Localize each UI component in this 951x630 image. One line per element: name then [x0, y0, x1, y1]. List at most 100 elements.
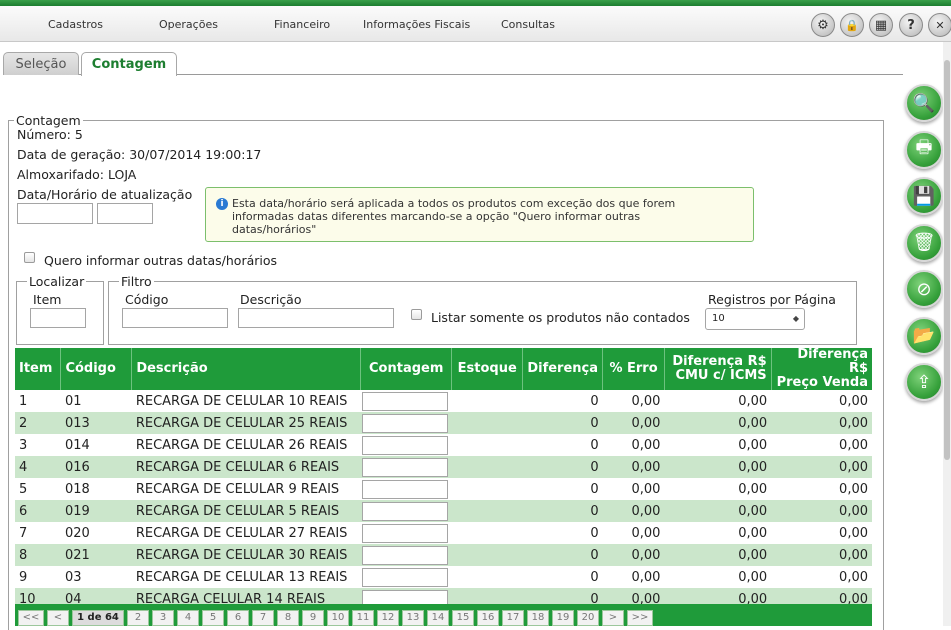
registros-select[interactable]: 10 ◆: [705, 308, 805, 330]
col-erro[interactable]: % Erro: [602, 348, 665, 390]
menu-informacoes-fiscais[interactable]: Informações Fiscais: [363, 18, 470, 31]
almoxarifado-label: Almoxarifado: LOJA: [17, 167, 137, 182]
tab-selecao[interactable]: Seleção: [3, 52, 79, 75]
cell-item: 6: [15, 500, 61, 522]
calculator-icon[interactable]: ▦: [869, 13, 893, 37]
cell-erro: 0,00: [602, 456, 665, 478]
cancel-button[interactable]: ⊘: [905, 270, 943, 308]
save-button[interactable]: 💾: [905, 177, 943, 215]
export-icon: ⇪: [916, 371, 932, 393]
item-label: Item: [33, 292, 62, 307]
nao-contados-checkbox[interactable]: [411, 309, 422, 320]
delete-button[interactable]: 🗑: [905, 223, 943, 262]
open-button[interactable]: 📂: [905, 316, 943, 355]
menu-financeiro[interactable]: Financeiro: [274, 18, 330, 31]
contagem-input[interactable]: [361, 501, 448, 521]
col-dif-pv[interactable]: Diferença R$ Preço Venda: [771, 348, 872, 390]
item-input[interactable]: [30, 308, 86, 328]
contagem-input[interactable]: [361, 413, 448, 433]
outras-datas-checkbox[interactable]: [24, 252, 35, 263]
menu-cadastros[interactable]: Cadastros: [48, 18, 103, 31]
page-link[interactable]: 2: [127, 610, 149, 626]
table-row[interactable]: 4 016 RECARGA DE CELULAR 6 REAIS 0 0,00 0,00 0…: [15, 456, 872, 478]
data-atualizacao-input[interactable]: [17, 203, 93, 224]
cell-item: 1: [15, 390, 61, 412]
table-row[interactable]: 2 013 RECARGA DE CELULAR 25 REAIS 0 0,00 0,00…: [15, 412, 872, 434]
contagem-input[interactable]: [361, 479, 448, 499]
search-button[interactable]: 🔍: [905, 84, 943, 122]
page-link[interactable]: 9: [302, 610, 324, 626]
cell-item: 8: [15, 544, 61, 566]
cell-erro: 0,00: [602, 434, 665, 456]
page-first-button[interactable]: <<: [18, 610, 44, 626]
page-link[interactable]: 5: [202, 610, 224, 626]
page-link[interactable]: 8: [277, 610, 299, 626]
page-current[interactable]: 1 de 64: [72, 610, 124, 626]
registros-value: 10: [712, 313, 725, 324]
page-link[interactable]: 16: [477, 610, 499, 626]
codigo-filter-input[interactable]: [122, 308, 228, 328]
page-link[interactable]: 17: [502, 610, 524, 626]
gear-icon[interactable]: ⚙: [811, 13, 835, 37]
page-link[interactable]: 18: [527, 610, 549, 626]
page-link[interactable]: 3: [152, 610, 174, 626]
lock-icon[interactable]: 🔒: [840, 13, 864, 37]
col-dif-cmu[interactable]: Diferença R$ CMU c/ ICMS: [664, 348, 772, 390]
page-link[interactable]: 13: [402, 610, 424, 626]
page-link[interactable]: 20: [577, 610, 599, 626]
page-link[interactable]: 15: [452, 610, 474, 626]
col-item[interactable]: Item: [15, 348, 62, 390]
page-link[interactable]: 6: [227, 610, 249, 626]
cell-estoque: [451, 566, 523, 588]
scrollbar-thumb[interactable]: [944, 60, 950, 460]
contagem-input[interactable]: [361, 545, 448, 565]
menu-consultas[interactable]: Consultas: [501, 18, 555, 31]
cell-diferenca: 0: [522, 456, 603, 478]
help-icon[interactable]: ?: [899, 13, 923, 37]
menu-bar: Cadastros Operações Financeiro Informaçõ…: [0, 6, 951, 42]
cell-dif-pv: 0,00: [771, 412, 872, 434]
col-diferenca[interactable]: Diferença: [522, 348, 604, 390]
hora-atualizacao-input[interactable]: [97, 203, 153, 224]
cell-erro: 0,00: [602, 390, 665, 412]
page-link[interactable]: 11: [352, 610, 374, 626]
contagem-input[interactable]: [361, 567, 448, 587]
page-link[interactable]: 4: [177, 610, 199, 626]
tab-contagem[interactable]: Contagem: [81, 52, 177, 76]
menu-operacoes[interactable]: Operações: [159, 18, 218, 31]
col-dif-pv-line1: Diferença R$: [797, 347, 868, 376]
contagem-input[interactable]: [361, 457, 448, 477]
col-estoque[interactable]: Estoque: [451, 348, 524, 390]
table-row[interactable]: 8 021 RECARGA DE CELULAR 30 REAIS 0 0,00 0,00…: [15, 544, 872, 566]
cell-dif-cmu: 0,00: [664, 522, 772, 544]
page-last-button[interactable]: >>: [627, 610, 653, 626]
table-row[interactable]: 7 020 RECARGA DE CELULAR 27 REAIS 0 0,00 0,00…: [15, 522, 872, 544]
cell-diferenca: 0: [522, 566, 603, 588]
contagem-input[interactable]: [361, 523, 448, 543]
cell-descricao: RECARGA DE CELULAR 30 REAIS: [131, 544, 361, 566]
page-link[interactable]: 7: [252, 610, 274, 626]
page-link[interactable]: 14: [427, 610, 449, 626]
localizar-legend: Localizar: [27, 274, 87, 289]
cell-diferenca: 0: [522, 434, 603, 456]
table-row[interactable]: 5 018 RECARGA DE CELULAR 9 REAIS 0 0,00 0,00 0…: [15, 478, 872, 500]
close-icon[interactable]: ✕: [928, 13, 951, 37]
page-link[interactable]: 19: [552, 610, 574, 626]
table-row[interactable]: 6 019 RECARGA DE CELULAR 5 REAIS 0 0,00 0,00 0…: [15, 500, 872, 522]
table-row[interactable]: 9 03 RECARGA DE CELULAR 13 REAIS 0 0,00 0,00 0…: [15, 566, 872, 588]
print-button[interactable]: 🖶: [905, 130, 943, 169]
page-link[interactable]: 10: [327, 610, 349, 626]
page-link[interactable]: 12: [377, 610, 399, 626]
col-codigo[interactable]: Código: [60, 348, 133, 390]
col-contagem[interactable]: Contagem: [360, 348, 453, 390]
contagem-input[interactable]: [361, 435, 448, 455]
page-prev-button[interactable]: <: [47, 610, 69, 626]
descricao-filter-input[interactable]: [238, 308, 394, 328]
table-row[interactable]: 1 01 RECARGA DE CELULAR 10 REAIS 0 0,00 0,00 0…: [15, 390, 872, 412]
col-descricao[interactable]: Descrição: [131, 348, 362, 390]
table-row[interactable]: 3 014 RECARGA DE CELULAR 26 REAIS 0 0,00 0,00…: [15, 434, 872, 456]
export-button[interactable]: ⇪: [905, 363, 943, 401]
cell-descricao: RECARGA DE CELULAR 25 REAIS: [131, 412, 361, 434]
page-next-button[interactable]: >: [602, 610, 624, 626]
contagem-input[interactable]: [361, 391, 448, 411]
